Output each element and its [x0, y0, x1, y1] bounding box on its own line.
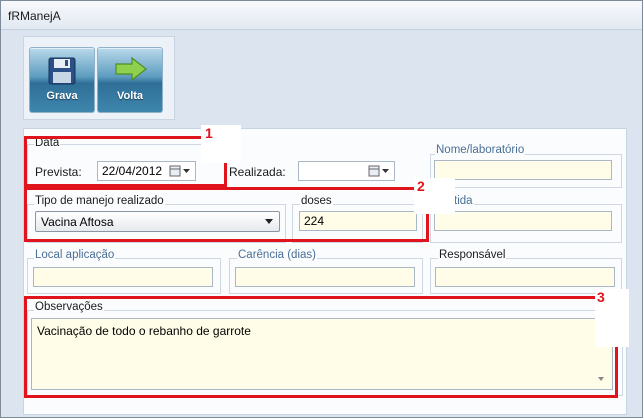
partida-label: tida [453, 195, 474, 207]
local-aplicacao-label: Local aplicação [34, 249, 116, 261]
green-arrow-icon [115, 56, 147, 82]
window-title: fRManejA [8, 9, 61, 23]
carencia-label: Carência (dias) [237, 249, 317, 261]
realizada-label: Realizada: [229, 165, 286, 179]
save-button[interactable]: Grava [29, 47, 95, 113]
save-button-label: Grava [46, 90, 78, 102]
toolbar: Grava Volta [23, 36, 175, 120]
form-window: fRManejA Grava Volta Data Prevista: 22/0… [0, 0, 643, 418]
highlight-box-2 [24, 187, 429, 242]
title-bar: fRManejA [1, 1, 642, 30]
callout-number-2: 2 [414, 178, 455, 214]
nome-lab-input[interactable] [434, 160, 612, 180]
callout-number-3: 3 [595, 289, 629, 347]
back-button[interactable]: Volta [97, 47, 163, 113]
responsavel-input[interactable] [435, 267, 615, 287]
highlight-box-1 [24, 136, 227, 187]
callout-number-2-text: 2 [417, 178, 425, 194]
realizada-date-picker[interactable] [298, 161, 395, 181]
calendar-icon[interactable] [368, 165, 390, 177]
callout-number-1-text: 1 [205, 125, 213, 141]
nome-lab-label: Nome/laboratório [435, 144, 526, 156]
floppy-disk-icon [48, 57, 76, 85]
local-aplicacao-input[interactable] [33, 267, 213, 287]
callout-number-3-text: 3 [597, 289, 605, 305]
callout-number-1: 1 [201, 125, 241, 163]
responsavel-label: Responsável [438, 249, 507, 261]
partida-input[interactable] [434, 211, 612, 231]
carencia-input[interactable] [235, 267, 415, 287]
highlight-box-3 [24, 296, 618, 398]
back-button-label: Volta [116, 90, 144, 102]
